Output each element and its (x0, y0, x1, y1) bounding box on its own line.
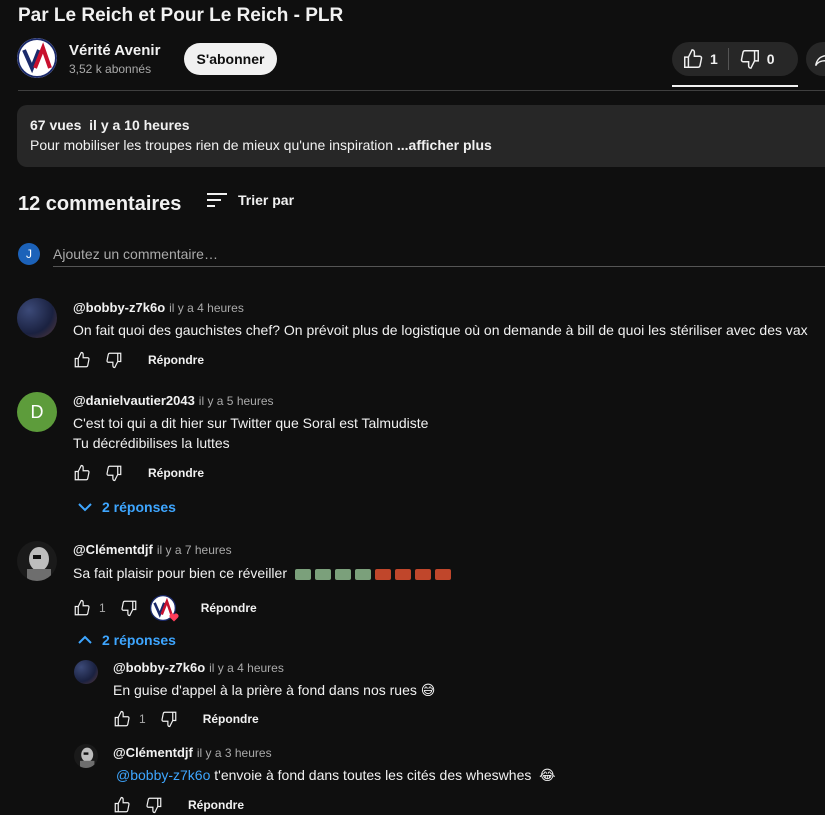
portrait-icon (27, 547, 51, 581)
description-box[interactable] (17, 105, 825, 167)
comment-time[interactable]: il y a 5 heures (199, 394, 274, 408)
comment-author[interactable]: @Clémentdjf (73, 542, 153, 557)
thumbs-up-icon[interactable] (73, 464, 91, 482)
show-more-link[interactable]: ...afficher plus (397, 137, 492, 153)
chevron-down-icon (78, 503, 92, 512)
comment-time[interactable]: il y a 7 heures (157, 543, 232, 557)
share-button[interactable] (806, 42, 825, 76)
subscribe-button[interactable]: S'abonner (184, 43, 277, 75)
thumbs-down-icon[interactable] (105, 351, 123, 369)
heart-icon (169, 613, 179, 622)
commenter-avatar[interactable] (17, 541, 57, 581)
thumbs-down-icon (740, 50, 759, 69)
mosque-emoji-icon (334, 568, 351, 580)
like-underline (672, 85, 798, 87)
chevron-up-icon (78, 635, 92, 644)
description-body: Pour mobiliser les troupes rien de mieux… (30, 137, 397, 153)
mosque-emoji-icon (294, 568, 311, 580)
description-text: Pour mobiliser les troupes rien de mieux… (30, 137, 492, 153)
mosque-emoji-icon (314, 568, 331, 580)
sort-icon (207, 193, 227, 207)
user-avatar: J (18, 243, 40, 265)
dislike-button[interactable]: 0 (729, 42, 785, 76)
comment-header: @danielvautier2043 il y a 5 heures (73, 393, 274, 408)
mosque-emoji-icon (354, 568, 371, 580)
reply-avatar[interactable] (74, 744, 98, 768)
sort-label: Trier par (238, 192, 295, 208)
thumbs-up-icon[interactable] (113, 796, 131, 814)
reply-button[interactable]: Répondre (201, 601, 257, 615)
like-count: 1 (710, 51, 718, 67)
reply-body: t'envoie à fond dans toutes les cités de… (210, 767, 556, 783)
reply-text: En guise d'appel à la prière à fond dans… (113, 682, 436, 698)
replies-toggle[interactable]: 2 réponses (78, 632, 176, 648)
like-button[interactable]: 1 (672, 42, 728, 76)
reply-avatar[interactable] (74, 660, 98, 684)
comment-text: On fait quoi des gauchistes chef? On pré… (73, 322, 808, 338)
add-comment-input[interactable] (53, 242, 825, 267)
like-count: 1 (99, 601, 106, 615)
thumbs-up-icon[interactable] (73, 599, 91, 617)
thumbs-down-icon[interactable] (145, 796, 163, 814)
comment-text-line-2: Tu décrédibilises la luttes (73, 435, 230, 451)
emoji-row (294, 568, 451, 580)
train-emoji-icon (394, 568, 411, 580)
reply-actions: Répondre (113, 796, 244, 814)
commenter-avatar[interactable] (17, 298, 57, 338)
reply-header: @bobby-z7k6o il y a 4 heures (113, 660, 284, 675)
like-count: 1 (139, 712, 146, 726)
comment-header: @bobby-z7k6o il y a 4 heures (73, 300, 244, 315)
comment-body: Sa fait plaisir pour bien ce réveiller (73, 565, 287, 581)
portrait-icon (80, 747, 95, 768)
comment-actions: Répondre (73, 351, 204, 369)
thumbs-down-icon[interactable] (160, 710, 178, 728)
reply-time[interactable]: il y a 4 heures (209, 661, 284, 675)
replies-count: 2 réponses (102, 499, 176, 515)
reply-button[interactable]: Répondre (148, 466, 204, 480)
reply-actions: 1 Répondre (113, 710, 259, 728)
thumbs-down-icon[interactable] (120, 599, 138, 617)
header-divider (18, 90, 825, 91)
comment-text-line-1: C'est toi qui a dit hier sur Twitter que… (73, 415, 429, 431)
train-emoji-icon (434, 568, 451, 580)
train-emoji-icon (374, 568, 391, 580)
reply-button[interactable]: Répondre (148, 353, 204, 367)
comment-actions: 1 Répondre (73, 595, 257, 622)
comments-count: 12 commentaires (18, 193, 182, 215)
reply-text: @bobby-z7k6o t'envoie à fond dans toutes… (116, 765, 556, 785)
subscriber-count: 3,52 k abonnés (69, 62, 152, 76)
reply-button[interactable]: Répondre (203, 712, 259, 726)
sort-button[interactable]: Trier par (206, 191, 294, 209)
view-count-and-date: 67 vues il y a 10 heures (30, 117, 190, 133)
thumbs-up-icon[interactable] (73, 351, 91, 369)
reply-author[interactable]: @bobby-z7k6o (113, 660, 205, 675)
comment-actions: Répondre (73, 464, 204, 482)
thumbs-up-icon[interactable] (113, 710, 131, 728)
like-dislike-pill: 1 0 (672, 42, 798, 76)
comment-author[interactable]: @bobby-z7k6o (73, 300, 165, 315)
mention-link[interactable]: @bobby-z7k6o (116, 767, 210, 783)
dislike-count: 0 (766, 51, 775, 67)
train-emoji-icon (414, 568, 431, 580)
replies-toggle[interactable]: 2 réponses (78, 499, 176, 515)
share-icon (815, 50, 825, 67)
replies-count: 2 réponses (102, 632, 176, 648)
commenter-avatar[interactable]: D (17, 392, 57, 432)
thumbs-down-icon[interactable] (105, 464, 123, 482)
channel-logo-icon (17, 38, 57, 78)
comment-text: Sa fait plaisir pour bien ce réveiller (73, 563, 451, 583)
video-title: Par Le Reich et Pour Le Reich - PLR (18, 5, 344, 26)
comment-header: @Clémentdjf il y a 7 heures (73, 542, 232, 557)
reply-time[interactable]: il y a 3 heures (197, 746, 272, 760)
comment-author[interactable]: @danielvautier2043 (73, 393, 195, 408)
channel-name[interactable]: Vérité Avenir (69, 42, 160, 59)
creator-heart-badge (149, 595, 179, 622)
thumbs-up-icon (684, 49, 703, 68)
comment-time[interactable]: il y a 4 heures (169, 301, 244, 315)
channel-avatar[interactable] (17, 38, 57, 78)
reply-header: @Clémentdjf il y a 3 heures (113, 745, 272, 760)
reply-button[interactable]: Répondre (188, 798, 244, 812)
reply-author[interactable]: @Clémentdjf (113, 745, 193, 760)
